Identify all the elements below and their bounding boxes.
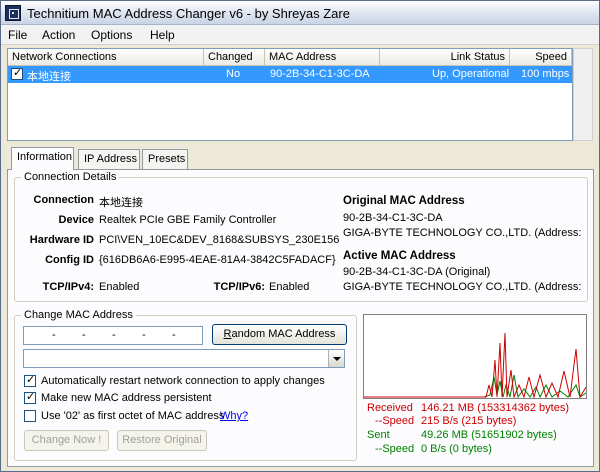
- connection-label: Connection: [33, 194, 95, 206]
- hardware-id-label: Hardware ID: [29, 234, 94, 246]
- persistent-label[interactable]: Make new MAC address persistent: [41, 392, 212, 404]
- app-window: Technitium MAC Address Changer v6 - by S…: [0, 0, 600, 472]
- active-mac-vendor: GIGA-BYTE TECHNOLOGY CO.,LTD. (Address: …: [343, 281, 583, 293]
- device-value: Realtek PCIe GBE Family Controller: [99, 214, 277, 226]
- received-speed-label: --Speed: [375, 415, 415, 427]
- mac-separator: -: [172, 329, 176, 341]
- row-speed: 100 mbps: [521, 68, 570, 80]
- restore-original-button[interactable]: Restore Original: [117, 430, 207, 451]
- tab-ip-address[interactable]: IP Address: [78, 149, 140, 169]
- chevron-down-icon[interactable]: [328, 350, 344, 367]
- connection-details-legend: Connection Details: [21, 171, 120, 183]
- received-label: Received: [367, 402, 413, 414]
- connection-value: 本地连接: [99, 197, 143, 209]
- vendor-combobox[interactable]: [23, 349, 345, 368]
- received-speed-value: 215 B/s (215 bytes): [421, 415, 517, 427]
- menu-options[interactable]: Options: [91, 28, 132, 42]
- menu-file[interactable]: File: [8, 28, 27, 42]
- mac-separator: -: [142, 329, 146, 341]
- original-mac-value: 90-2B-34-C1-3C-DA: [343, 212, 443, 224]
- row-changed: No: [226, 68, 241, 80]
- row-link-status: Up, Operational: [432, 68, 510, 80]
- sent-value: 49.26 MB (51651902 bytes): [421, 429, 557, 441]
- column-header-changed[interactable]: Changed: [204, 49, 265, 66]
- column-header-mac[interactable]: MAC Address: [265, 49, 380, 66]
- sent-speed-value: 0 B/s (0 bytes): [421, 443, 492, 455]
- auto-restart-label[interactable]: Automatically restart network connection…: [41, 375, 325, 387]
- tcpipv4-value: Enabled: [99, 281, 140, 293]
- use-02-label[interactable]: Use '02' as first octet of MAC address: [41, 410, 224, 422]
- mac-separator: -: [82, 329, 86, 341]
- app-icon: [5, 5, 21, 21]
- why-link[interactable]: Why?: [220, 410, 248, 422]
- table-row[interactable]: 本地连接 No 90-2B-34-C1-3C-DA Up, Operationa…: [8, 66, 572, 83]
- row-mac: 90-2B-34-C1-3C-DA: [270, 68, 370, 80]
- mac-address-input[interactable]: - - - - -: [23, 326, 203, 345]
- title-bar[interactable]: Technitium MAC Address Changer v6 - by S…: [1, 1, 599, 25]
- row-connection-name: 本地连接: [27, 71, 71, 83]
- menu-action[interactable]: Action: [42, 28, 75, 42]
- change-mac-legend: Change MAC Address: [21, 309, 136, 321]
- tcpipv6-label: TCP/IPv6:: [213, 281, 265, 293]
- hardware-id-value: PCI\VEN_10EC&DEV_8168&SUBSYS_230E156: [99, 234, 339, 246]
- use-02-checkbox[interactable]: [24, 410, 36, 422]
- active-mac-title: Active MAC Address: [343, 250, 456, 262]
- mac-separator: -: [112, 329, 116, 341]
- active-mac-value: 90-2B-34-C1-3C-DA (Original): [343, 266, 491, 278]
- connections-table[interactable]: Network Connections Changed MAC Address …: [7, 48, 573, 141]
- received-value: 146.21 MB (153314362 bytes): [421, 402, 569, 414]
- tcpipv6-value: Enabled: [269, 281, 310, 293]
- sent-speed-label: --Speed: [375, 443, 415, 455]
- original-mac-title: Original MAC Address: [343, 195, 465, 207]
- traffic-graph-svg: [364, 332, 587, 399]
- menu-bar: File Action Options Help: [1, 25, 599, 45]
- change-now-button[interactable]: Change Now !: [24, 430, 109, 451]
- column-header-link-status[interactable]: Link Status: [380, 49, 510, 66]
- column-header-connections[interactable]: Network Connections: [8, 49, 204, 66]
- menu-help[interactable]: Help: [150, 28, 175, 42]
- config-id-value: {616DB6A6-E995-4EAE-81A4-3842C5FADACF}: [99, 254, 336, 266]
- traffic-graph: [363, 314, 587, 399]
- sent-label: Sent: [367, 429, 390, 441]
- tab-information[interactable]: Information: [11, 147, 74, 170]
- column-header-speed[interactable]: Speed: [510, 49, 572, 66]
- table-scrollbar[interactable]: [573, 48, 593, 141]
- random-mac-label: andom MAC Address: [231, 328, 336, 340]
- row-checkbox[interactable]: [11, 66, 23, 80]
- config-id-label: Config ID: [45, 254, 94, 266]
- mac-separator: -: [52, 329, 56, 341]
- device-label: Device: [58, 214, 94, 226]
- tcpipv4-label: TCP/IPv4:: [42, 281, 94, 293]
- random-mac-mnemonic: R: [223, 328, 232, 340]
- auto-restart-checkbox[interactable]: [24, 373, 36, 387]
- random-mac-button[interactable]: Random MAC Address: [212, 324, 347, 345]
- original-mac-vendor: GIGA-BYTE TECHNOLOGY CO.,LTD. (Address: …: [343, 227, 583, 239]
- tab-presets[interactable]: Presets: [142, 149, 188, 169]
- window-title: Technitium MAC Address Changer v6 - by S…: [27, 6, 350, 21]
- persistent-checkbox[interactable]: [24, 390, 36, 404]
